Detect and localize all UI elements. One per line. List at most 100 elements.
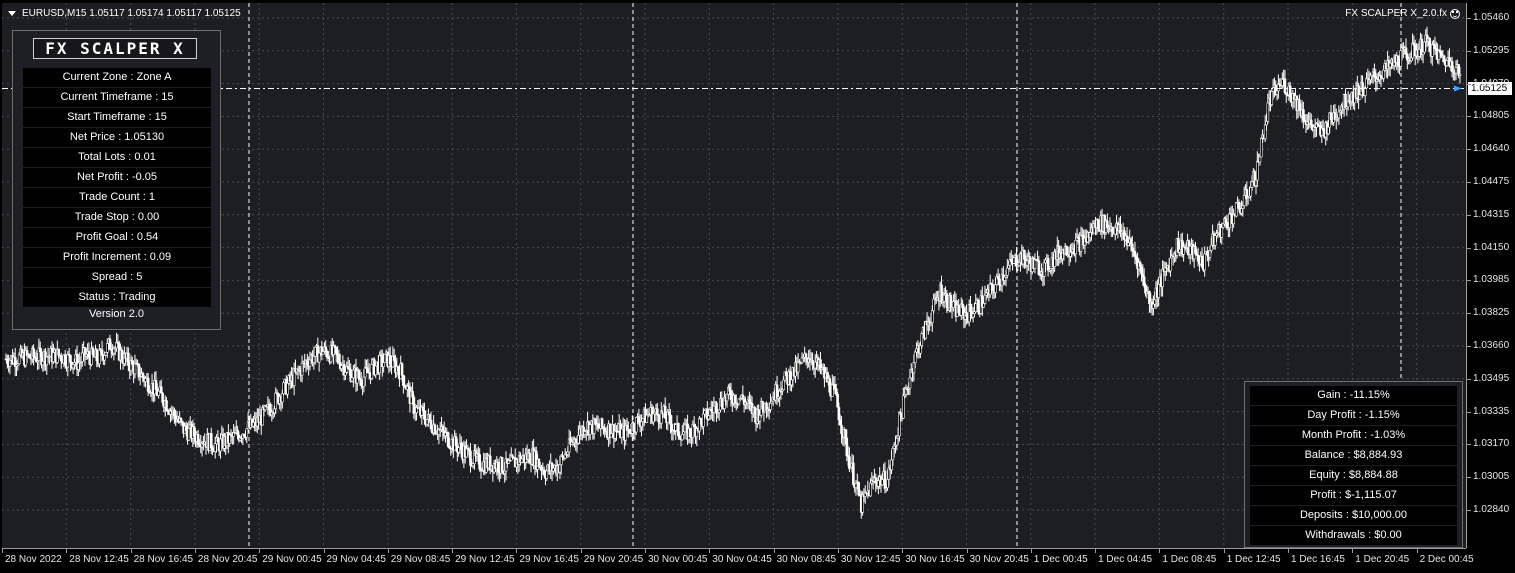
candle-body — [971, 313, 975, 318]
candle-body — [912, 362, 916, 374]
candle-body — [1228, 213, 1231, 228]
price-tick — [1467, 280, 1471, 282]
candle-body — [179, 417, 183, 422]
price-axis[interactable]: 1.05125 1.05460 1.05295 1.04970 1.04805 1.04… — [1466, 3, 1515, 548]
candle-body — [1142, 276, 1146, 287]
candle-body — [1442, 55, 1446, 62]
candle-body — [1213, 235, 1217, 246]
candle-body — [712, 405, 716, 413]
candle-body — [382, 362, 385, 367]
candle-body — [674, 424, 678, 431]
candle-body — [120, 349, 124, 361]
time-tick — [2, 549, 3, 553]
candle-body — [657, 414, 660, 423]
candle-body — [219, 438, 222, 452]
candle-body — [663, 405, 667, 419]
chart-menu-icon[interactable] — [8, 11, 16, 16]
candle-body — [1113, 227, 1117, 235]
candle-body — [441, 426, 445, 432]
candle-body — [828, 378, 831, 393]
candle-body — [396, 366, 400, 372]
chart-window[interactable]: EURUSD,M15 1.05117 1.05174 1.05117 1.051… — [0, 0, 1515, 573]
smiley-icon[interactable] — [1450, 8, 1460, 19]
candle-body — [1208, 250, 1212, 258]
candle-body — [146, 377, 150, 392]
candle-body — [429, 419, 433, 429]
candle-body — [213, 443, 217, 452]
candle-body — [1411, 42, 1414, 59]
info-row-zone: Current Zone : Zone A — [23, 68, 211, 87]
price-label: 1.05295 — [1473, 44, 1510, 56]
info-row-start-timeframe: Start Timeframe : 15 — [23, 108, 211, 127]
candle-body — [87, 350, 91, 358]
candle-body — [273, 408, 276, 414]
time-tick — [773, 549, 775, 553]
candle-body — [1015, 254, 1018, 267]
time-tick — [323, 549, 325, 553]
candle-body — [340, 365, 343, 369]
candle-body — [1327, 126, 1330, 135]
candle-body — [141, 372, 145, 378]
candle-body — [1344, 93, 1347, 109]
candle-body — [108, 338, 112, 350]
candle-body — [8, 359, 12, 367]
candle-body — [274, 392, 278, 410]
price-tick — [1467, 378, 1471, 380]
candle-body — [392, 355, 396, 361]
candle-body — [63, 354, 67, 365]
day-separators — [248, 3, 1402, 548]
candle-body — [187, 428, 191, 441]
time-label: 30 Nov 00:45 — [648, 554, 708, 565]
candle-body — [154, 380, 158, 390]
time-tick — [837, 549, 839, 553]
candle-body — [949, 294, 953, 310]
candle-body — [350, 377, 354, 382]
candle-body — [69, 355, 72, 363]
candle-body — [804, 353, 808, 359]
candle-body — [131, 360, 134, 365]
time-tick — [1416, 549, 1418, 553]
price-label: 1.03660 — [1473, 340, 1510, 351]
time-label: 1 Dec 16:45 — [1291, 554, 1345, 565]
candle-body — [1025, 260, 1029, 266]
candle-body — [1302, 109, 1305, 121]
info-row-net-price: Net Price : 1.05130 — [23, 128, 211, 147]
panel-title: FX SCALPER X — [33, 38, 197, 59]
candle-body — [106, 343, 109, 353]
candle-body — [469, 450, 472, 466]
price-tick — [1467, 444, 1471, 446]
candle-body — [877, 480, 880, 487]
candle-body — [1263, 124, 1267, 140]
account-row-withdrawals: Withdrawals : $0.00 — [1250, 526, 1457, 545]
candle-body — [1006, 267, 1009, 276]
candle-body — [677, 423, 680, 437]
candle-body — [57, 348, 60, 356]
candle-body — [620, 428, 624, 439]
candle-body — [52, 352, 55, 362]
candle-body — [1153, 299, 1156, 305]
candle-body — [59, 355, 63, 362]
candle-body — [1404, 47, 1408, 55]
candle-body — [840, 424, 843, 434]
candle-body — [596, 423, 600, 428]
expert-advisor-label[interactable]: FX SCALPER X_2.0.fx — [1345, 8, 1460, 19]
info-panel: FX SCALPER X Current Zone : Zone A Curre… — [12, 30, 221, 330]
candle-body — [192, 426, 196, 437]
candle-body — [1209, 244, 1213, 251]
price-label: 1.02840 — [1473, 504, 1510, 515]
price-tick — [1467, 411, 1471, 413]
candle-body — [1088, 232, 1092, 238]
price-label: 1.03825 — [1473, 307, 1510, 319]
candle-body — [698, 418, 701, 432]
time-axis[interactable]: 28 Nov 2022 28 Nov 12:45 28 Nov 16:45 28 No… — [2, 548, 1474, 573]
candle-body — [833, 384, 837, 390]
candle-body — [588, 424, 592, 435]
candle-body — [634, 417, 638, 433]
candle-body — [306, 360, 309, 365]
symbol-info[interactable]: EURUSD,M15 1.05117 1.05174 1.05117 1.051… — [8, 8, 241, 19]
candle-body — [337, 354, 341, 363]
candle-body — [919, 345, 922, 354]
info-row-profit-goal: Profit Goal : 0.54 — [23, 228, 211, 247]
time-tick — [1223, 549, 1225, 553]
candle-body — [848, 456, 851, 470]
